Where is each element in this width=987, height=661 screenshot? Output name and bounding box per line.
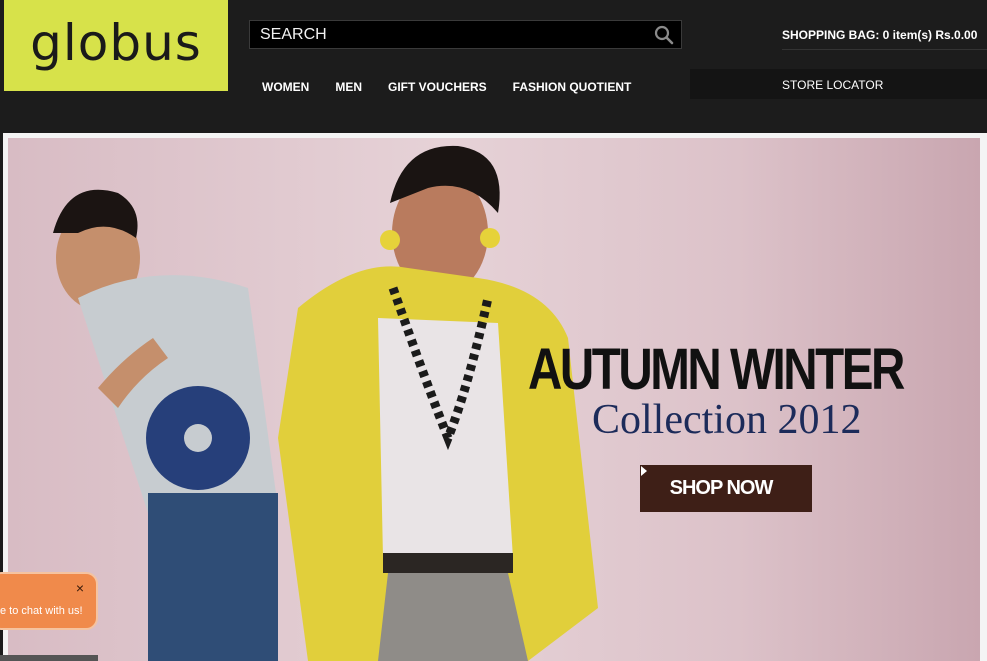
- search-box: [249, 20, 682, 49]
- search-input[interactable]: [250, 25, 647, 44]
- logo-text: globus: [30, 13, 202, 72]
- chat-widget[interactable]: × e to chat with us!: [0, 572, 98, 630]
- hero-banner[interactable]: AUTUMN WINTER Collection 2012 SHOP NOW: [8, 138, 980, 661]
- close-icon[interactable]: ×: [76, 580, 84, 596]
- nav-men[interactable]: MEN: [335, 80, 362, 94]
- bag-divider: [782, 49, 987, 50]
- main-nav: WOMEN MEN GIFT VOUCHERS FASHION QUOTIENT: [262, 80, 657, 94]
- search-icon[interactable]: [647, 21, 681, 48]
- nav-fashion-quotient[interactable]: FASHION QUOTIENT: [513, 80, 632, 94]
- banner-headline: AUTUMN WINTER: [528, 337, 905, 402]
- banner-subline: Collection 2012: [592, 397, 862, 443]
- chat-message: e to chat with us!: [0, 605, 83, 617]
- nav-gift-vouchers[interactable]: GIFT VOUCHERS: [388, 80, 487, 94]
- shop-now-button[interactable]: SHOP NOW: [640, 465, 812, 512]
- bottom-bar: [0, 655, 98, 661]
- store-locator-link[interactable]: STORE LOCATOR: [782, 78, 883, 92]
- shop-now-label: SHOP NOW: [669, 477, 774, 499]
- nav-women[interactable]: WOMEN: [262, 80, 309, 94]
- logo[interactable]: globus: [4, 0, 228, 91]
- shopping-bag-link[interactable]: SHOPPING BAG: 0 item(s) Rs.0.00: [782, 28, 977, 42]
